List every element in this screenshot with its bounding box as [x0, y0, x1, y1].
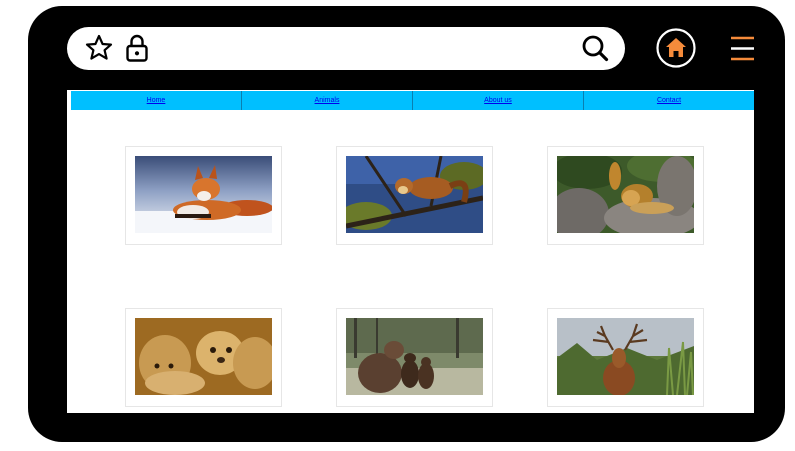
- nav-link-about-us[interactable]: About us: [484, 97, 512, 104]
- gallery-card-fox[interactable]: [125, 146, 282, 245]
- lions-photo: [557, 156, 694, 233]
- lock-icon[interactable]: [125, 33, 149, 63]
- fox-photo: [135, 156, 272, 233]
- nav-item-home: Home: [71, 91, 241, 110]
- nav-item-contact: Contact: [583, 91, 754, 110]
- nav-link-animals[interactable]: Animals: [315, 97, 340, 104]
- gallery-card-marten[interactable]: [336, 146, 493, 245]
- gallery-card-lions[interactable]: [547, 146, 704, 245]
- nav-item-animals: Animals: [241, 91, 412, 110]
- home-button[interactable]: [655, 27, 697, 69]
- gallery-card-bears[interactable]: [336, 308, 493, 407]
- web-page-viewport[interactable]: Home Animals About us Contact: [67, 90, 754, 413]
- cheetah-cubs-photo: [135, 318, 272, 395]
- red-deer-photo: [557, 318, 694, 395]
- nav-link-home[interactable]: Home: [147, 97, 166, 104]
- address-bar[interactable]: [67, 27, 625, 70]
- gallery-card-cheetahs[interactable]: [125, 308, 282, 407]
- nav-link-contact[interactable]: Contact: [657, 97, 681, 104]
- site-nav-bar: Home Animals About us Contact: [71, 91, 754, 110]
- star-icon[interactable]: [84, 33, 114, 63]
- gallery-card-deer[interactable]: [547, 308, 704, 407]
- brown-bears-photo: [346, 318, 483, 395]
- hamburger-menu-icon[interactable]: [728, 35, 756, 63]
- pine-marten-photo: [346, 156, 483, 233]
- nav-item-about: About us: [412, 91, 583, 110]
- search-icon[interactable]: [580, 33, 610, 63]
